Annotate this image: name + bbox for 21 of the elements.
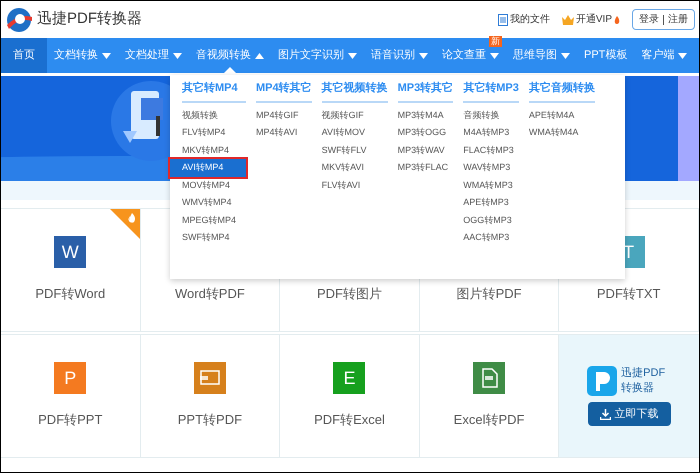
tile-label: PDF转图片 — [316, 285, 382, 304]
file-type-icon: P — [54, 362, 86, 394]
menu-column-heading: 其它音频转换 — [528, 80, 595, 102]
app-title: 迅捷PDF转换器 — [37, 9, 142, 30]
menu-column-heading: 其它转MP4 — [182, 80, 246, 102]
tile-label: PDF转PPT — [38, 411, 102, 430]
file-type-icon: E — [333, 362, 366, 394]
tile-label: PDF转TXT — [596, 285, 660, 304]
tile-label: Excel转PDF — [454, 411, 524, 430]
new-badge: 新 — [489, 36, 502, 47]
promo-app-name: 迅捷PDF转换器 — [621, 366, 666, 396]
menu-column-heading: 其它转MP3 — [463, 80, 519, 102]
file-type-icon: W — [54, 236, 86, 268]
tile-label: PDF转Excel — [314, 411, 385, 430]
tile-label: 图片转PDF — [456, 285, 522, 304]
tile-label: PPT转PDF — [178, 411, 242, 430]
tile-label: PDF转Word — [35, 285, 106, 304]
menu-column-heading: MP4转其它 — [256, 80, 312, 102]
menu-column-heading: MP3转其它 — [398, 80, 454, 102]
tile-label: Word转PDF — [174, 285, 245, 304]
menu-column-heading: 其它视频转换 — [322, 80, 388, 102]
